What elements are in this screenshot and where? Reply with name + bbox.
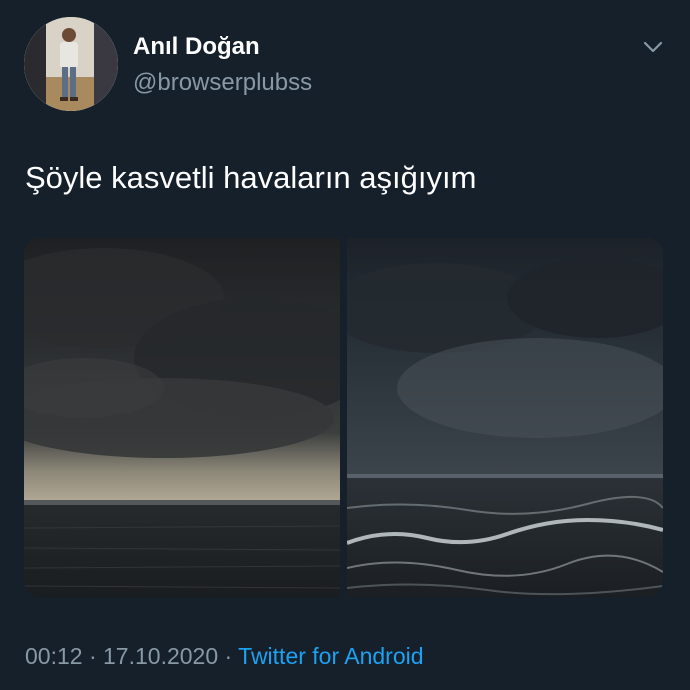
tweet-source-link[interactable]: Twitter for Android (238, 643, 423, 669)
profile-photo-icon (24, 17, 118, 111)
tweet-card[interactable]: Anıl Doğan @browserplubss Şöyle kasvetli… (0, 0, 690, 690)
avatar[interactable] (24, 17, 118, 111)
media-photo-2[interactable] (347, 238, 663, 597)
stormy-sky-over-sea-photo-icon (24, 238, 340, 597)
tweet-time[interactable]: 00:12 (25, 643, 83, 669)
meta-separator: · (218, 643, 239, 669)
tweet-meta: 00:12 · 17.10.2020 · Twitter for Android (25, 641, 424, 671)
dark-clouds-rough-waves-photo-icon (347, 238, 663, 597)
chevron-down-icon[interactable] (640, 36, 666, 58)
display-name[interactable]: Anıl Doğan (133, 32, 260, 62)
tweet-date[interactable]: 17.10.2020 (103, 643, 218, 669)
media-photo-1[interactable] (24, 238, 340, 597)
tweet-text: Şöyle kasvetli havaların aşığıyım (25, 160, 477, 195)
media-grid (24, 238, 663, 597)
user-handle[interactable]: @browserplubss (133, 68, 312, 98)
meta-separator: · (82, 643, 104, 669)
